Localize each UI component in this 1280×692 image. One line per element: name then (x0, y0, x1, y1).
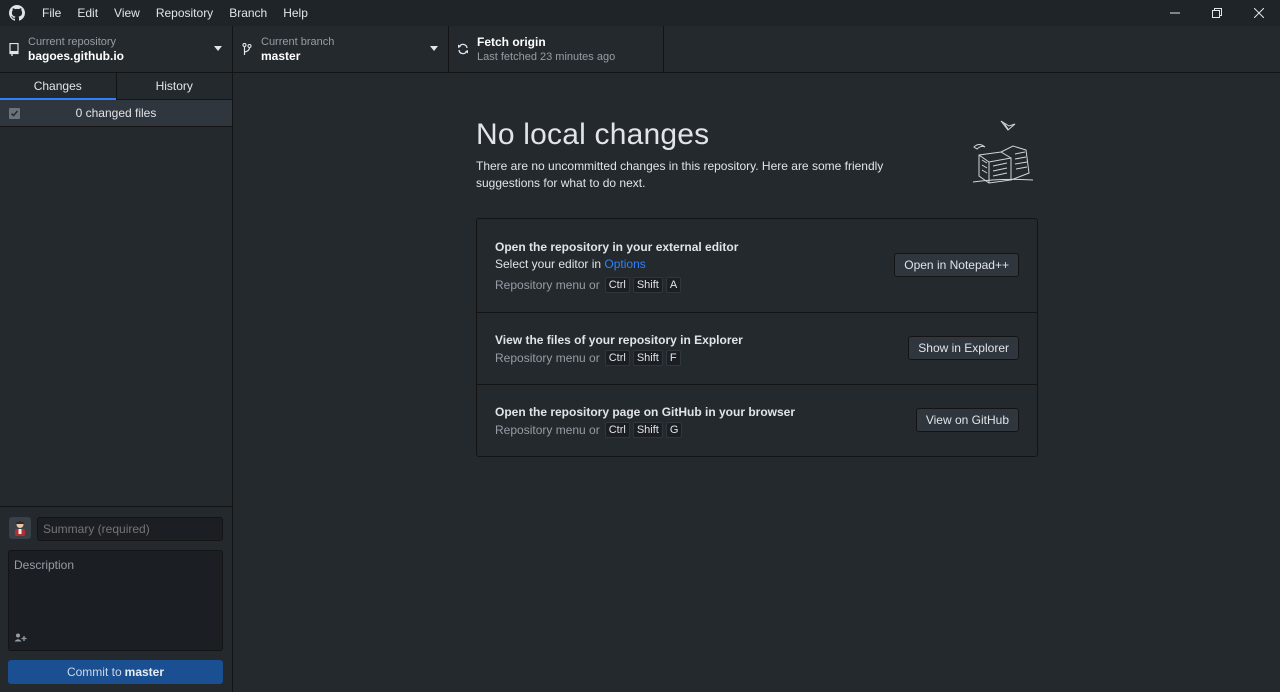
restore-button[interactable] (1196, 0, 1238, 26)
menu-branch[interactable]: Branch (221, 0, 275, 26)
checkmark-icon (10, 110, 19, 117)
commit-summary-input[interactable] (37, 517, 223, 541)
title-bar: File Edit View Repository Branch Help (0, 0, 1280, 26)
shortcut-prefix: Repository menu or (495, 278, 600, 292)
sync-icon (449, 43, 477, 55)
key-shift: Shift (632, 277, 663, 293)
view-on-github-button[interactable]: View on GitHub (915, 408, 1019, 432)
minimize-icon (1170, 12, 1180, 14)
changed-files-count: 0 changed files (75, 106, 157, 120)
fetch-status: Last fetched 23 minutes ago (477, 50, 616, 63)
key-a: A (665, 277, 682, 293)
suggestion-title: Open the repository in your external edi… (495, 240, 739, 254)
no-changes-illustration (971, 118, 1043, 193)
suggestion-open-editor: Open the repository in your external edi… (477, 219, 1037, 313)
menu-file[interactable]: File (34, 0, 69, 26)
key-ctrl: Ctrl (604, 277, 630, 293)
branch-selector[interactable]: Current branch master (233, 26, 449, 72)
sidebar-tabs: Changes History (0, 73, 232, 100)
intro-text: There are no uncommitted changes in this… (476, 159, 884, 190)
suggestion-title: View the files of your repository in Exp… (495, 333, 743, 347)
restore-icon (1212, 8, 1222, 18)
description-placeholder: Description (14, 558, 75, 572)
shortcut-hint: Repository menu or Ctrl Shift F (495, 350, 681, 366)
show-in-explorer-button[interactable]: Show in Explorer (908, 336, 1019, 360)
key-ctrl: Ctrl (604, 422, 630, 438)
branch-icon (233, 42, 261, 56)
menu-bar: File Edit View Repository Branch Help (34, 0, 316, 26)
suggestions-list: Open the repository in your external edi… (476, 218, 1038, 457)
toolbar: Current repository bagoes.github.io Curr… (0, 26, 1280, 73)
menu-edit[interactable]: Edit (69, 0, 106, 26)
chevron-down-icon (430, 46, 438, 51)
add-coauthor-icon[interactable] (14, 631, 27, 645)
shortcut-hint: Repository menu or Ctrl Shift G (495, 422, 683, 438)
select-all-checkbox[interactable] (9, 108, 20, 119)
suggestion-view-github: Open the repository page on GitHub in yo… (477, 385, 1037, 456)
fetch-origin-button[interactable]: Fetch origin Last fetched 23 minutes ago (449, 26, 664, 72)
avatar (9, 517, 31, 539)
repository-selector[interactable]: Current repository bagoes.github.io (0, 26, 233, 72)
menu-repository[interactable]: Repository (148, 0, 221, 26)
close-icon (1254, 8, 1264, 18)
main-panel: No local changes There are no uncommitte… (233, 73, 1280, 692)
shortcut-hint: Repository menu or Ctrl Shift A (495, 277, 682, 293)
commit-form: Description Commit to master (0, 506, 232, 692)
key-shift: Shift (632, 422, 663, 438)
menu-help[interactable]: Help (275, 0, 316, 26)
commit-button[interactable]: Commit to master (8, 660, 223, 684)
sidebar: Changes History 0 changed files Descript… (0, 73, 233, 692)
shortcut-prefix: Repository menu or (495, 423, 600, 437)
minimize-button[interactable] (1154, 0, 1196, 26)
repo-icon (0, 42, 28, 56)
page-title: No local changes (476, 118, 710, 151)
changes-header: 0 changed files (0, 100, 232, 127)
blankslate: No local changes There are no uncommitte… (476, 118, 1038, 192)
commit-description-field[interactable]: Description (8, 550, 223, 651)
editor-line-text: Select your editor in (495, 257, 602, 271)
repo-name: bagoes.github.io (28, 48, 124, 63)
tab-changes[interactable]: Changes (0, 73, 117, 100)
open-in-editor-button[interactable]: Open in Notepad++ (894, 253, 1019, 277)
menu-view[interactable]: View (106, 0, 148, 26)
key-ctrl: Ctrl (604, 350, 630, 366)
user-avatar-icon (15, 521, 25, 536)
key-f: F (665, 350, 681, 366)
shortcut-prefix: Repository menu or (495, 351, 600, 365)
github-logo-icon (0, 0, 34, 26)
window-controls (1154, 0, 1280, 26)
options-link[interactable]: Options (604, 257, 645, 271)
suggestion-show-explorer: View the files of your repository in Exp… (477, 313, 1037, 385)
chevron-down-icon (214, 46, 222, 51)
commit-button-prefix: Commit to (66, 665, 122, 679)
commit-button-branch: master (124, 665, 165, 679)
fetch-label: Fetch origin (477, 34, 546, 49)
tab-history[interactable]: History (117, 73, 233, 99)
branch-name: master (261, 48, 301, 63)
branch-label: Current branch (261, 35, 335, 48)
close-button[interactable] (1238, 0, 1280, 26)
suggestion-editor-line: Select your editor in Options (495, 257, 646, 271)
suggestion-title: Open the repository page on GitHub in yo… (495, 405, 796, 419)
key-g: G (665, 422, 683, 438)
key-shift: Shift (632, 350, 663, 366)
repo-label: Current repository (28, 35, 117, 48)
